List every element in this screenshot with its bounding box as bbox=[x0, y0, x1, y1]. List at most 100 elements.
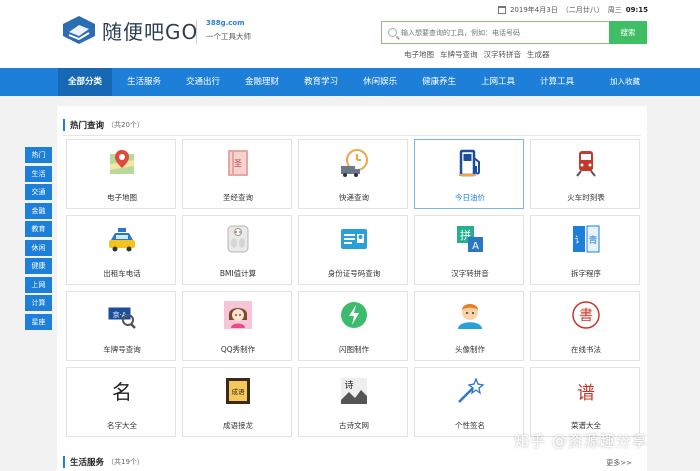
fuel-pump-icon bbox=[459, 149, 480, 177]
tool-card[interactable]: 诗 古诗文网 bbox=[298, 367, 408, 437]
side-item-traffic[interactable]: 交通 bbox=[25, 184, 52, 200]
id-card-icon bbox=[341, 229, 367, 249]
side-item-education[interactable]: 教育 bbox=[25, 221, 52, 237]
more-link[interactable]: 更多>> bbox=[606, 458, 632, 468]
taxi-icon bbox=[109, 228, 135, 252]
side-item-life[interactable]: 生活 bbox=[25, 165, 52, 182]
bible-book-icon: 圣 bbox=[228, 150, 248, 176]
logo-text: 随便吧GO bbox=[102, 19, 199, 44]
svg-text:圣: 圣 bbox=[234, 159, 242, 168]
quick-link[interactable]: 汉字转拼音 bbox=[484, 49, 522, 60]
nav-item-internet[interactable]: 上网工具 bbox=[471, 68, 525, 96]
tool-card[interactable]: 成语 成语接龙 bbox=[182, 367, 292, 437]
quick-links: 电子地图 车牌号查询 汉字转拼音 生成器 bbox=[404, 49, 550, 60]
side-item-hot[interactable]: 热门 bbox=[25, 147, 52, 163]
tool-label: 闪图制作 bbox=[339, 345, 369, 354]
side-item-calc[interactable]: 计算 bbox=[25, 295, 52, 311]
date-text: 2019年4月3日 bbox=[509, 6, 558, 14]
train-icon bbox=[576, 151, 596, 177]
nav-item-all[interactable]: 全部分类 bbox=[58, 68, 113, 96]
tool-card[interactable]: 讠 青 拆字程序 bbox=[530, 215, 640, 285]
section-accent-bar bbox=[63, 118, 65, 131]
tool-label: 汉字转拼音 bbox=[451, 269, 489, 278]
signature-wand-icon bbox=[458, 377, 485, 403]
delivery-truck-clock-icon bbox=[341, 149, 368, 177]
avatar-icon bbox=[458, 304, 482, 329]
tool-card[interactable]: QQ秀制作 bbox=[182, 291, 292, 361]
nav-item-finance[interactable]: 金融理财 bbox=[235, 68, 289, 96]
side-item-leisure[interactable]: 休闲 bbox=[25, 239, 52, 256]
tool-label: 车牌号查询 bbox=[103, 345, 141, 354]
ancient-poem-icon: 诗 bbox=[341, 378, 367, 404]
recipe-icon: 谱 bbox=[577, 383, 595, 404]
svg-text:A: A bbox=[472, 241, 479, 252]
section-accent-bar bbox=[63, 455, 65, 468]
side-item-finance[interactable]: 金融 bbox=[25, 202, 52, 219]
tool-label: 名字大全 bbox=[107, 421, 137, 430]
tool-label: BMI值计算 bbox=[219, 269, 257, 278]
svg-text:書: 書 bbox=[579, 308, 593, 324]
tool-label: 头像制作 bbox=[455, 345, 485, 354]
life-section-header: 生活服务 （共19个） 更多>> bbox=[63, 452, 641, 471]
nav-item-calc[interactable]: 计算工具 bbox=[530, 68, 584, 96]
svg-text:名: 名 bbox=[112, 380, 132, 404]
site-logo[interactable]: 随便吧GO bbox=[62, 15, 198, 45]
tool-card[interactable]: 名 名字大全 bbox=[66, 367, 176, 437]
nav-item-traffic[interactable]: 交通出行 bbox=[176, 68, 230, 96]
search-icon bbox=[388, 28, 397, 37]
search-input[interactable] bbox=[401, 28, 601, 37]
search-button[interactable]: 搜索 bbox=[609, 21, 647, 44]
quick-link[interactable]: 电子地图 bbox=[404, 49, 434, 60]
tool-card[interactable]: 出租车电话 bbox=[66, 215, 176, 285]
tool-card[interactable]: 拼 A 汉字转拼音 bbox=[414, 215, 524, 285]
slogan-text: 一个工具大师 bbox=[206, 32, 251, 41]
tool-card[interactable]: 谱 菜谱大全 bbox=[530, 367, 640, 437]
tool-card[interactable]: 京·A 车牌号查询 bbox=[66, 291, 176, 361]
tool-card[interactable]: 火车时刻表 bbox=[530, 139, 640, 209]
clock-time: 09:15 bbox=[625, 6, 648, 14]
nav-item-life[interactable]: 生活服务 bbox=[117, 68, 171, 96]
main-content: 热门查询 （共20个） 电子地图 圣 圣经查询 快递查询 今日油价 火车时刻表 … bbox=[57, 106, 647, 471]
tool-card[interactable]: 闪图制作 bbox=[298, 291, 408, 361]
tool-label: 出租车电话 bbox=[103, 269, 141, 278]
tool-card[interactable]: 快递查询 bbox=[298, 139, 408, 209]
nav-item-leisure[interactable]: 休闲娱乐 bbox=[353, 68, 407, 96]
svg-text:诗: 诗 bbox=[344, 380, 353, 391]
side-item-zodiac[interactable]: 星座 bbox=[25, 313, 52, 330]
svg-text:成语: 成语 bbox=[232, 387, 246, 396]
quick-link[interactable]: 车牌号查询 bbox=[440, 49, 478, 60]
tool-card[interactable]: 書 在线书法 bbox=[530, 291, 640, 361]
side-item-health[interactable]: 健康 bbox=[25, 258, 52, 274]
idiom-book-icon: 成语 bbox=[226, 378, 250, 404]
main-nav: 全部分类 生活服务 交通出行 金融理财 教育学习 休闲娱乐 健康养生 上网工具 … bbox=[0, 68, 700, 96]
tool-label: 古诗文网 bbox=[339, 421, 369, 430]
watermark: 知乎 @资源趣分享 bbox=[514, 432, 648, 450]
tool-card[interactable]: 电子地图 bbox=[66, 139, 176, 209]
name-character-icon: 名 bbox=[112, 380, 132, 404]
date-bar: 2019年4月3日 （二月廿八） 周三 09:15 bbox=[497, 5, 648, 15]
hot-section-header: 热门查询 （共20个） bbox=[63, 114, 641, 136]
tool-label: 今日油价 bbox=[455, 193, 485, 202]
nav-item-education[interactable]: 教育学习 bbox=[294, 68, 348, 96]
logo-mark-icon bbox=[63, 16, 95, 44]
tool-label: 火车时刻表 bbox=[567, 193, 605, 202]
tool-label: 成语接龙 bbox=[223, 421, 253, 430]
add-favorite-link[interactable]: 加入收藏 bbox=[600, 68, 650, 96]
tool-card[interactable]: 圣 圣经查询 bbox=[182, 139, 292, 209]
weekday: 周三 bbox=[607, 6, 622, 14]
split-character-icon: 讠 青 bbox=[573, 225, 600, 253]
section-count: （共19个） bbox=[107, 457, 144, 466]
logo-divider bbox=[196, 20, 197, 44]
tool-label: 个性签名 bbox=[455, 421, 485, 430]
quick-link[interactable]: 生成器 bbox=[527, 49, 550, 60]
side-item-internet[interactable]: 上网 bbox=[25, 276, 52, 293]
tool-card[interactable]: 头像制作 bbox=[414, 291, 524, 361]
tool-card[interactable]: 身份证号码查询 bbox=[298, 215, 408, 285]
tool-card[interactable]: BMI值计算 bbox=[182, 215, 292, 285]
tool-card[interactable]: 个性签名 bbox=[414, 367, 524, 437]
tool-card[interactable]: 今日油价 bbox=[414, 139, 524, 209]
tool-label: QQ秀制作 bbox=[220, 345, 256, 354]
qq-show-avatar-icon bbox=[224, 301, 252, 329]
calligraphy-seal-icon: 書 bbox=[572, 301, 600, 329]
nav-item-health[interactable]: 健康养生 bbox=[412, 68, 466, 96]
